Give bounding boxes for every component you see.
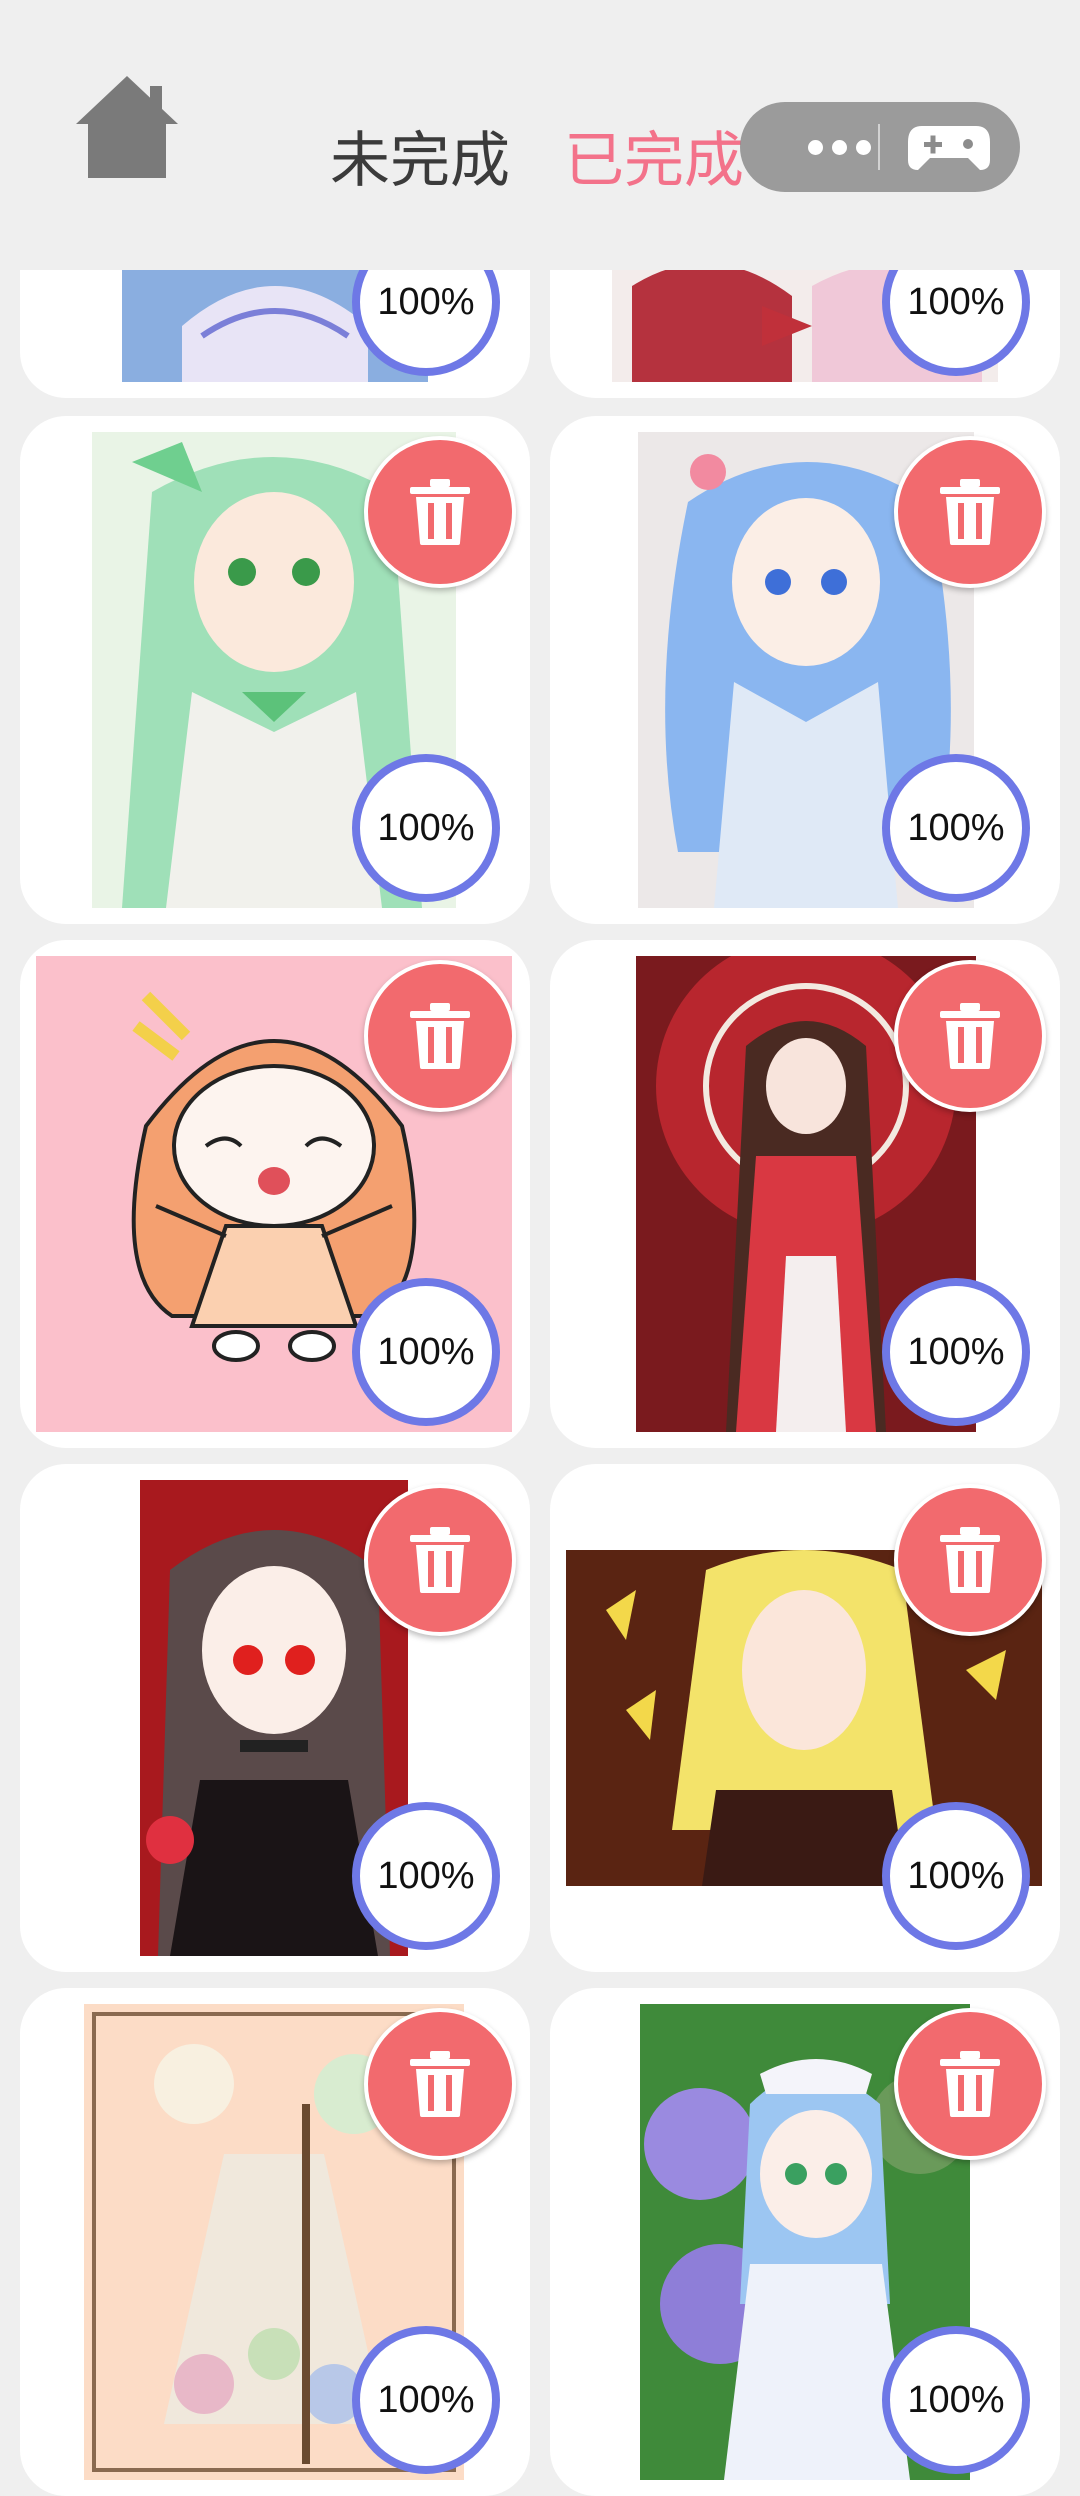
trash-icon	[410, 1003, 470, 1069]
progress-badge: 100%	[352, 2326, 500, 2474]
artwork-card[interactable]: 100%	[20, 1464, 530, 1972]
delete-button[interactable]	[894, 436, 1046, 588]
tab-finished[interactable]: 已完成	[564, 126, 744, 196]
completed-artwork-grid: 100% 100% 100% 100% 100% 100% 100% 100% …	[0, 0, 1080, 2496]
delete-button[interactable]	[364, 960, 516, 1112]
delete-button[interactable]	[894, 2008, 1046, 2160]
trash-icon	[940, 1527, 1000, 1593]
progress-badge: 100%	[882, 2326, 1030, 2474]
artwork-card[interactable]: 100%	[550, 416, 1060, 924]
artwork-card[interactable]: 100%	[20, 416, 530, 924]
delete-button[interactable]	[894, 960, 1046, 1112]
progress-badge: 100%	[352, 1802, 500, 1950]
progress-badge: 100%	[882, 1802, 1030, 1950]
trash-icon	[940, 1003, 1000, 1069]
artwork-card[interactable]: 100%	[20, 1988, 530, 2496]
progress-badge: 100%	[352, 754, 500, 902]
more-dots-icon[interactable]	[774, 102, 904, 192]
artwork-card[interactable]: 100%	[550, 1988, 1060, 2496]
tab-unfinished[interactable]: 未完成	[330, 126, 510, 196]
delete-button[interactable]	[364, 1484, 516, 1636]
progress-badge: 100%	[352, 1278, 500, 1426]
delete-button[interactable]	[364, 436, 516, 588]
top-bar: 未完成 已完成	[0, 0, 1080, 270]
artwork-card[interactable]: 100%	[550, 1464, 1060, 1972]
home-icon[interactable]	[74, 72, 180, 182]
trash-icon	[410, 1527, 470, 1593]
trash-icon	[940, 479, 1000, 545]
mini-program-capsule	[740, 102, 1020, 192]
delete-button[interactable]	[894, 1484, 1046, 1636]
progress-badge: 100%	[882, 1278, 1030, 1426]
capsule-divider	[878, 124, 880, 170]
trash-icon	[940, 2051, 1000, 2117]
progress-badge: 100%	[882, 754, 1030, 902]
artwork-card[interactable]: 100%	[20, 940, 530, 1448]
trash-icon	[410, 2051, 470, 2117]
trash-icon	[410, 479, 470, 545]
delete-button[interactable]	[364, 2008, 516, 2160]
gamepad-icon[interactable]	[904, 120, 994, 174]
artwork-card[interactable]: 100%	[550, 940, 1060, 1448]
